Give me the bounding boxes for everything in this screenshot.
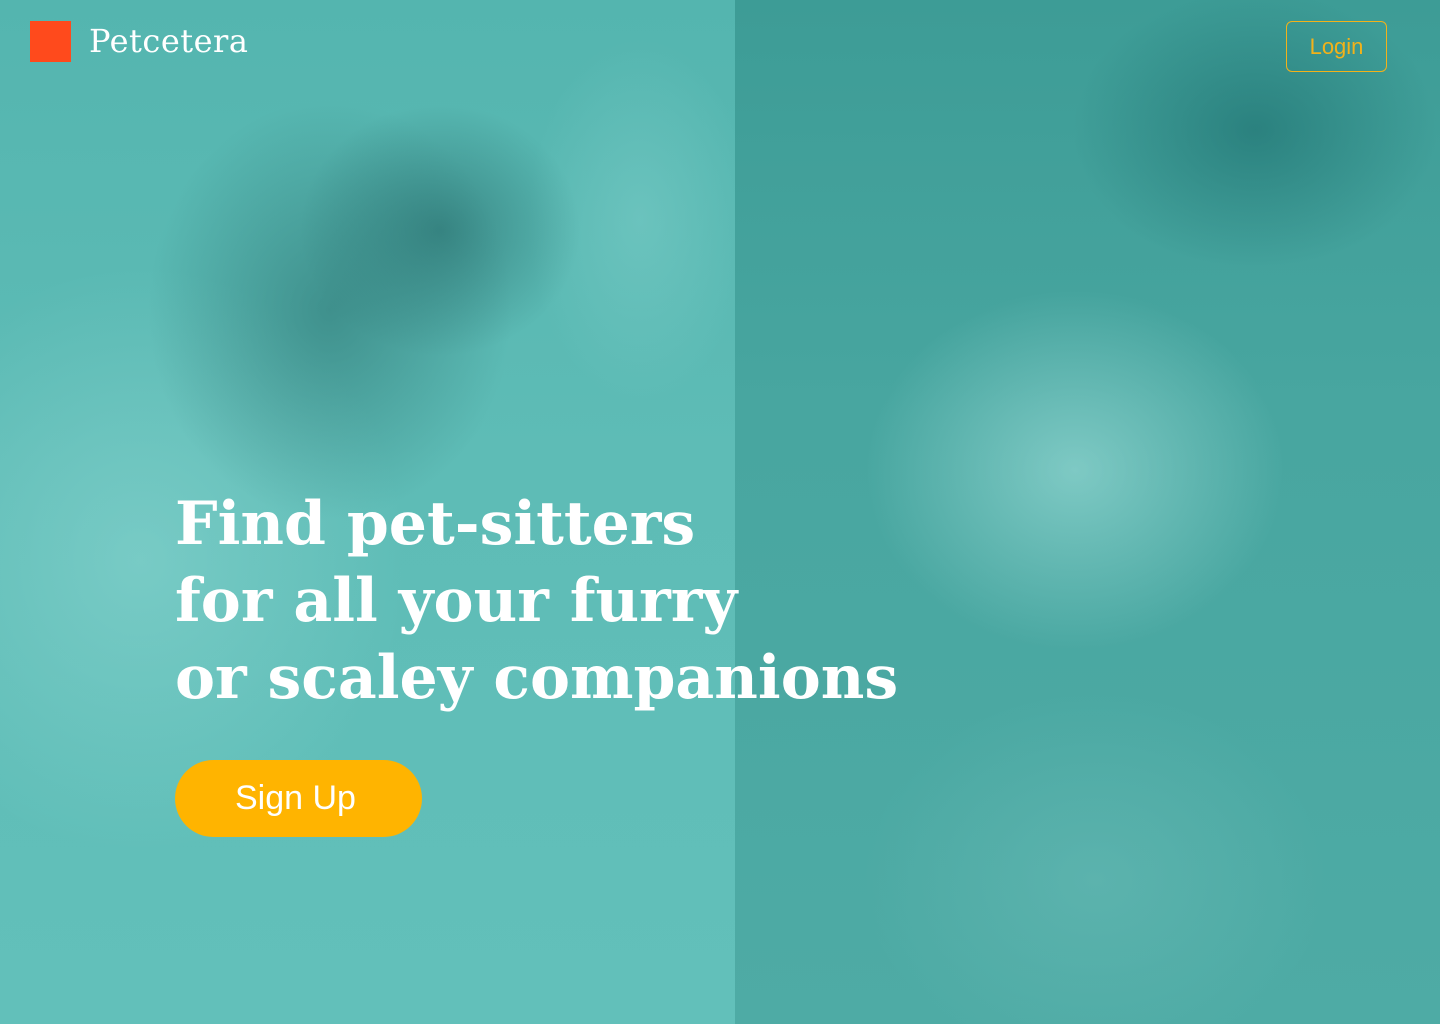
landing-page: Petcetera Login Find pet-sitters for all… bbox=[0, 0, 1440, 1024]
brand-name: Petcetera bbox=[89, 22, 249, 60]
brand-logo[interactable]: Petcetera bbox=[30, 21, 248, 62]
hero-headline: Find pet-sitters for all your furry or s… bbox=[175, 486, 898, 717]
login-button[interactable]: Login bbox=[1286, 21, 1387, 72]
signup-button[interactable]: Sign Up bbox=[175, 760, 422, 837]
brand-mark-icon bbox=[30, 21, 71, 62]
hero-line-2: for all your furry bbox=[175, 566, 738, 636]
hero-line-1: Find pet-sitters bbox=[175, 489, 696, 559]
hero-line-3: or scaley companions bbox=[175, 643, 899, 713]
